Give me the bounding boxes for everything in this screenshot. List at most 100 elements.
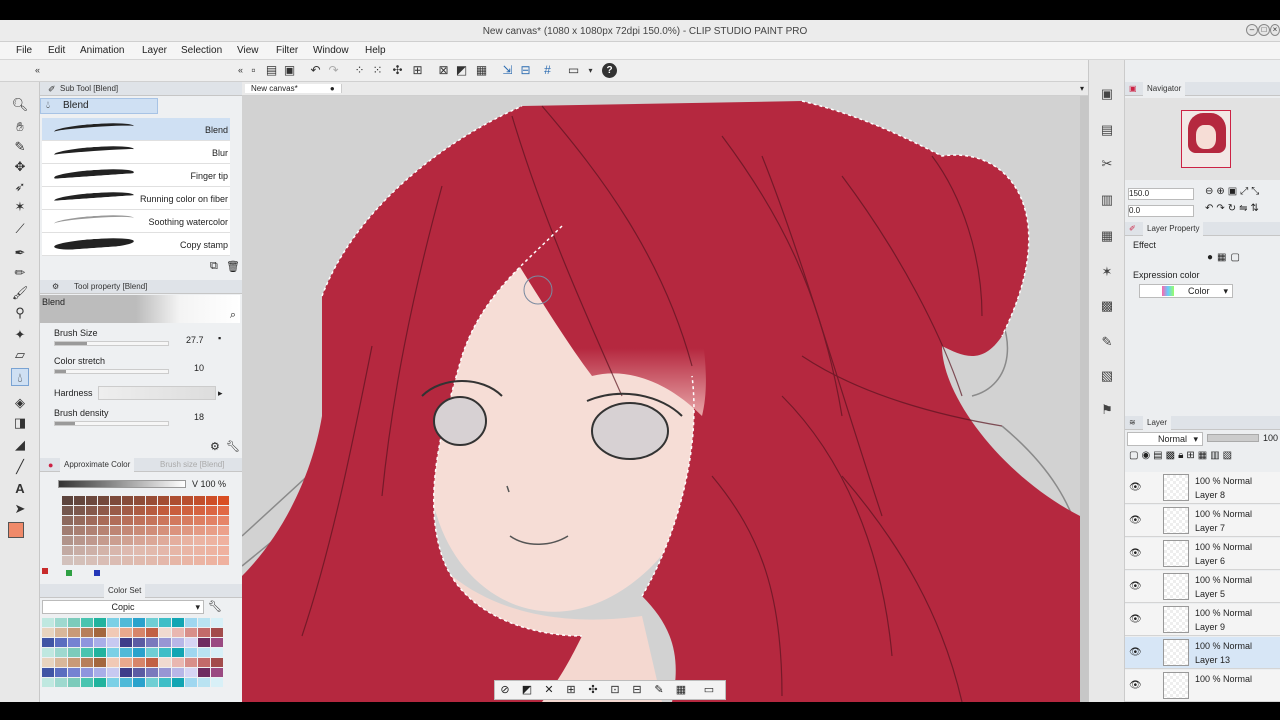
color-cell[interactable]: [98, 556, 109, 565]
color-set-cell[interactable]: [172, 618, 184, 627]
color-cell[interactable]: [146, 546, 157, 555]
color-cell[interactable]: [170, 546, 181, 555]
color-set-cell[interactable]: [172, 668, 184, 677]
menu-filter[interactable]: Filter: [276, 45, 298, 56]
color-cell[interactable]: [218, 516, 229, 525]
navigator-zoom-tools[interactable]: ⊖⊕▣⤢⤡: [1205, 186, 1262, 197]
color-set-cell[interactable]: [185, 648, 197, 657]
color-set-cell[interactable]: [94, 678, 106, 687]
navigator-preview[interactable]: [1125, 98, 1280, 180]
color-cell[interactable]: [110, 506, 121, 515]
color-cell[interactable]: [158, 546, 169, 555]
invert-icon[interactable]: ✣: [585, 683, 601, 698]
clear-outside-icon[interactable]: ◩: [454, 63, 469, 78]
color-set-cell[interactable]: [42, 638, 54, 647]
color-cell[interactable]: [86, 546, 97, 555]
color-cell[interactable]: [62, 506, 73, 515]
color-cell[interactable]: [110, 546, 121, 555]
menu-selection[interactable]: Selection: [181, 45, 222, 56]
fill-icon[interactable]: ✎: [651, 683, 667, 698]
operation-icon[interactable]: ➤: [11, 500, 29, 518]
color-cell[interactable]: [74, 496, 85, 505]
color-cell[interactable]: [110, 526, 121, 535]
chevron-down-icon[interactable]: ▾: [583, 63, 598, 78]
approximate-color-grid[interactable]: [62, 496, 230, 566]
menu-icon[interactable]: ▭: [701, 683, 717, 698]
color-cell[interactable]: [86, 506, 97, 515]
display-icon[interactable]: ▭: [566, 63, 581, 78]
color-cell[interactable]: [170, 516, 181, 525]
tab-menu-icon[interactable]: ▾: [1080, 84, 1084, 93]
color-cell[interactable]: [86, 516, 97, 525]
new-canvas-icon[interactable]: ▫: [246, 63, 261, 78]
fill-icon[interactable]: ▦: [474, 63, 489, 78]
color-set-cell[interactable]: [185, 628, 197, 637]
color-set-cell[interactable]: [198, 658, 210, 667]
zoom-icon[interactable]: 🔍︎: [11, 96, 29, 114]
color-set-cell[interactable]: [211, 628, 223, 637]
recent-red-swatch[interactable]: [42, 568, 48, 574]
brush-item[interactable]: Blur: [42, 141, 230, 164]
line-icon[interactable]: ╱: [11, 458, 29, 476]
material-5-icon[interactable]: ▦: [1097, 226, 1117, 246]
color-set-cell[interactable]: [120, 658, 132, 667]
layer-tools[interactable]: ▢◉▤▩🔒︎⊞▦▥▧: [1129, 450, 1235, 461]
color-cell[interactable]: [170, 536, 181, 545]
tab-color-set[interactable]: Color Set: [104, 584, 146, 598]
color-cell[interactable]: [158, 526, 169, 535]
color-cell[interactable]: [122, 516, 133, 525]
color-set-cell[interactable]: [211, 678, 223, 687]
color-cell[interactable]: [158, 556, 169, 565]
main-color-swatch[interactable]: [8, 522, 24, 538]
zoom-field[interactable]: 150.0: [1128, 188, 1194, 200]
color-set-cell[interactable]: [107, 628, 119, 637]
color-set-cell[interactable]: [159, 648, 171, 657]
tab-approximate-color[interactable]: Approximate Color: [60, 458, 135, 472]
select-all-icon[interactable]: ⁘: [352, 63, 367, 78]
color-set-cell[interactable]: [146, 668, 158, 677]
color-set-cell[interactable]: [120, 678, 132, 687]
color-set-cell[interactable]: [42, 658, 54, 667]
color-set-cell[interactable]: [55, 678, 67, 687]
color-stretch-slider[interactable]: [54, 369, 169, 374]
material-4-icon[interactable]: ▥: [1097, 190, 1117, 210]
color-set-cell[interactable]: [172, 658, 184, 667]
color-cell[interactable]: [74, 506, 85, 515]
color-cell[interactable]: [134, 496, 145, 505]
color-cell[interactable]: [110, 556, 121, 565]
color-set-cell[interactable]: [198, 628, 210, 637]
help-icon[interactable]: ?: [602, 63, 617, 78]
color-set-cell[interactable]: [42, 668, 54, 677]
color-set-cell[interactable]: [55, 658, 67, 667]
trash-icon[interactable]: 🗑︎: [226, 260, 240, 273]
color-set-cell[interactable]: [133, 658, 145, 667]
value-slider[interactable]: [58, 480, 186, 488]
color-set-cell[interactable]: [172, 638, 184, 647]
color-stretch-row[interactable]: Color stretch 10: [54, 356, 224, 376]
color-cell[interactable]: [146, 526, 157, 535]
visibility-eye-icon[interactable]: 👁︎: [1129, 581, 1142, 592]
color-set-cell[interactable]: [198, 648, 210, 657]
color-cell[interactable]: [122, 536, 133, 545]
color-set-cell[interactable]: [107, 668, 119, 677]
color-set-cell[interactable]: [81, 678, 93, 687]
pattern-icon[interactable]: ▦: [673, 683, 689, 698]
color-cell[interactable]: [194, 546, 205, 555]
collapse-left-icon[interactable]: «: [30, 63, 45, 78]
color-set-cell[interactable]: [68, 628, 80, 637]
color-cell[interactable]: [182, 546, 193, 555]
color-set-cell[interactable]: [146, 638, 158, 647]
color-set-cell[interactable]: [133, 618, 145, 627]
duplicate-icon[interactable]: ⧉: [210, 260, 218, 273]
gradient-icon[interactable]: ◨: [11, 414, 29, 432]
menu-edit[interactable]: Edit: [48, 45, 65, 56]
color-set-cell[interactable]: [185, 668, 197, 677]
color-cell[interactable]: [206, 516, 217, 525]
minimize-button[interactable]: –: [1246, 24, 1258, 36]
color-cell[interactable]: [110, 536, 121, 545]
color-cell[interactable]: [98, 526, 109, 535]
opacity-slider[interactable]: [1207, 434, 1259, 442]
recent-blue-swatch[interactable]: [94, 570, 100, 576]
color-cell[interactable]: [194, 536, 205, 545]
color-cell[interactable]: [194, 506, 205, 515]
